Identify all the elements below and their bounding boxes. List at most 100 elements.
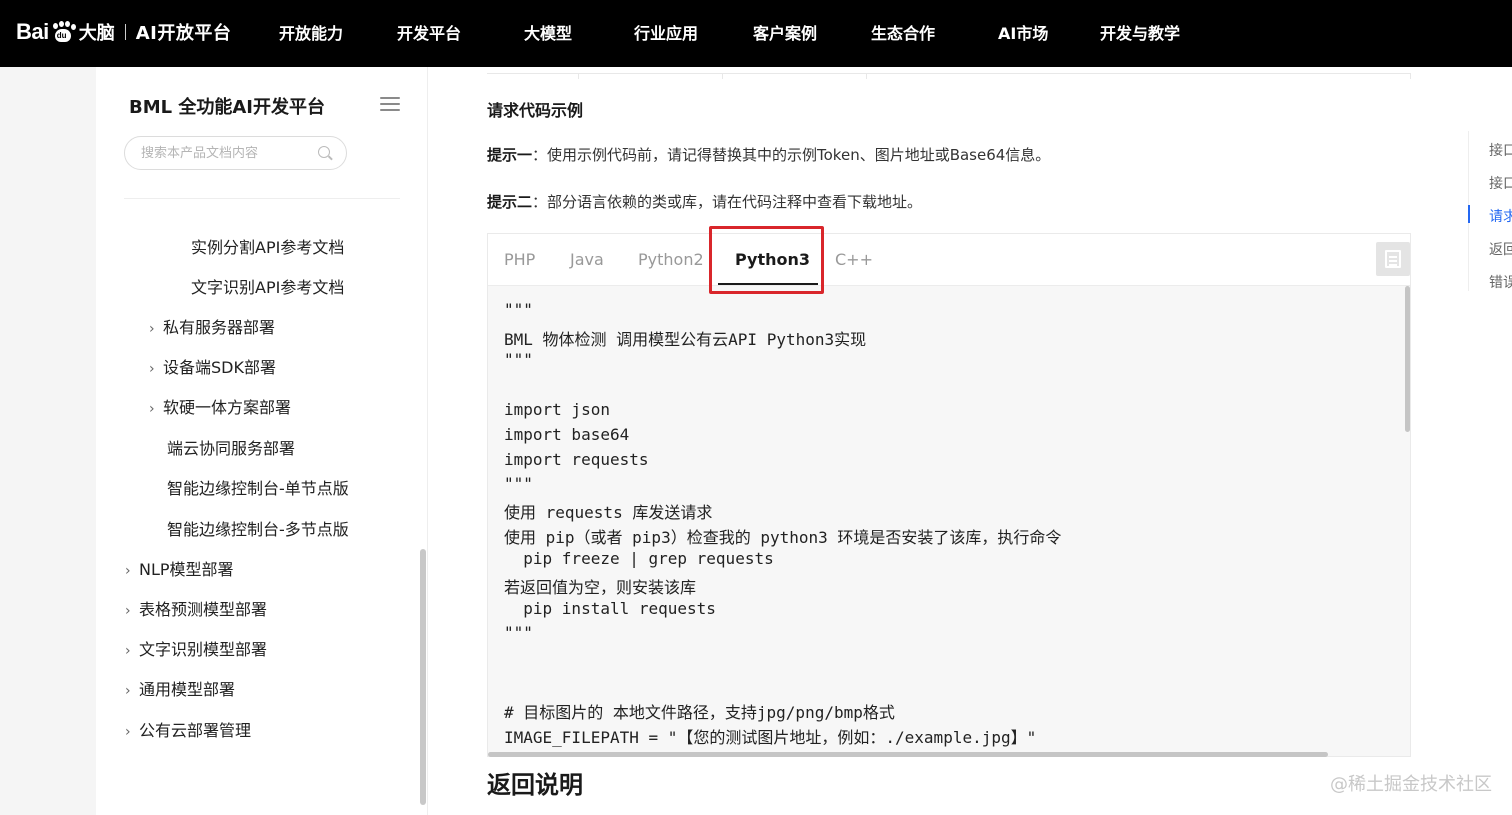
code-line: import base64 [504,425,630,444]
code-line: """ [504,474,533,493]
sidebar-item-label: 智能边缘控制台-单节点版 [167,479,349,498]
sidebar-item-table-predict[interactable]: › 表格预测模型部署 [125,596,267,620]
code-line: import requests [504,450,649,469]
chevron-right-icon: › [125,643,131,659]
toc-item-active[interactable]: 请求 [1489,206,1512,226]
nav-item-industry-apps[interactable]: 行业应用 [634,20,698,44]
sidebar-item-label: 智能边缘控制台-多节点版 [167,520,349,539]
table-bottom-border [487,73,1411,79]
code-line: """ [504,623,533,642]
code-line: import json [504,400,610,419]
code-example-panel: PHP Java Python2 Python3 C++ """ BML 物体检… [487,226,1411,757]
sidebar-item-private-server[interactable]: › 私有服务器部署 [149,314,275,338]
chevron-right-icon: › [125,683,131,699]
toc-item[interactable]: 错误 [1489,272,1512,292]
language-tabs: PHP Java Python2 Python3 C++ [488,234,1410,286]
tab-python2[interactable]: Python2 [638,250,704,269]
sidebar-item-hardware-solution[interactable]: › 软硬一体方案部署 [149,394,291,418]
chevron-right-icon: › [149,361,155,377]
code-line: """ [504,300,533,319]
tab-java[interactable]: Java [570,250,604,269]
logo-name-text: 大脑 [78,23,115,44]
logo-paw-text: du [56,31,67,40]
sidebar-item-ocr-deploy[interactable]: › 文字识别模型部署 [125,636,267,660]
left-gutter [0,67,96,815]
logo-bai-text: Bai [16,19,49,44]
doc-content: 请求代码示例 提示一：使用示例代码前，请记得替换其中的示例Token、图片地址或… [428,67,1468,815]
baidu-paw-icon: du [50,21,76,43]
nav-item-ecosystem[interactable]: 生态合作 [871,20,935,44]
sidebar-item-public-cloud-mgmt[interactable]: › 公有云部署管理 [125,717,251,741]
toc-item[interactable]: 接口 [1489,173,1512,193]
chevron-right-icon: › [125,724,131,740]
code-vertical-scrollbar[interactable] [1405,286,1410,432]
toc-item[interactable]: 返回 [1489,239,1512,259]
chevron-right-icon: › [149,401,155,417]
toc-active-indicator [1468,205,1470,223]
sidebar-item-label: 设备端SDK部署 [163,358,276,377]
logo-platform-text: AI开放平台 [135,23,232,44]
sidebar-item-edge-console-single[interactable]: 智能边缘控制台-单节点版 [167,475,349,499]
code-line: pip install requests [504,599,716,618]
sidebar-item-label: 文字识别模型部署 [139,640,268,659]
chevron-right-icon: › [125,603,131,619]
code-line: BML 物体检测 调用模型公有云API Python3实现 [504,330,867,349]
code-line: 若返回值为空，则安装该库 [504,578,697,597]
sidebar-item-label: 实例分割API参考文档 [191,238,345,257]
sidebar-divider [124,198,400,199]
sidebar-item-label: 公有云部署管理 [139,721,252,740]
sidebar-item-label: 文字识别API参考文档 [191,278,345,297]
tip-two-text: ：部分语言依赖的类或库，请在代码注释中查看下载地址。 [532,193,923,211]
sidebar-item-edge-cloud[interactable]: 端云协同服务部署 [167,435,295,459]
nav-item-customer-cases[interactable]: 客户案例 [753,20,817,44]
annotation-highlight-box [709,226,824,294]
tab-php[interactable]: PHP [504,250,535,269]
tip-one-label: 提示一 [487,146,533,164]
code-block: """ BML 物体检测 调用模型公有云API Python3实现 """ im… [488,286,1404,754]
sidebar-item-label: 私有服务器部署 [163,318,276,337]
code-line: IMAGE_FILEPATH = "【您的测试图片地址，例如：./example… [504,728,1037,747]
code-horizontal-scrollbar[interactable] [488,752,1328,757]
chevron-right-icon: › [149,321,155,337]
tip-two-label: 提示二 [487,193,533,211]
sidebar-item-ocr-api[interactable]: 文字识别API参考文档 [191,274,344,298]
top-nav-bar: Bai du 大脑 AI开放平台 开放能力 开发平台 大模型 行业应用 客户案例… [0,0,1512,67]
chevron-right-icon: › [125,563,131,579]
watermark: @稀土掘金技术社区 [1330,774,1492,795]
nav-item-open-capabilities[interactable]: 开放能力 [279,20,343,44]
sidebar-title: BML 全功能AI开发平台 [129,97,325,118]
section-title-request-example: 请求代码示例 [487,101,584,120]
sidebar-item-edge-console-multi[interactable]: 智能边缘控制台-多节点版 [167,516,349,540]
nav-item-dev-education[interactable]: 开发与教学 [1100,20,1180,44]
sidebar-item-general-model[interactable]: › 通用模型部署 [125,676,235,700]
sidebar-search [124,136,347,170]
sidebar-item-label: 通用模型部署 [139,680,236,699]
code-line: 使用 pip（或者 pip3）检查我的 python3 环境是否安装了该库，执行… [504,528,1062,547]
sidebar-scrollbar[interactable] [420,549,426,805]
doc-sidebar: BML 全功能AI开发平台 实例分割API参考文档 文字识别API参考文档 › 私… [96,67,428,815]
search-input[interactable] [141,143,311,163]
code-line: """ [504,350,533,369]
nav-item-dev-platform[interactable]: 开发平台 [397,20,461,44]
sidebar-item-nlp-deploy[interactable]: › NLP模型部署 [125,556,234,580]
search-icon[interactable] [318,146,330,158]
sidebar-item-label: 表格预测模型部署 [139,600,268,619]
baidu-ai-logo[interactable]: Bai du 大脑 AI开放平台 [16,14,231,50]
toc-item[interactable]: 接口 [1489,140,1512,160]
tab-cpp[interactable]: C++ [835,250,873,269]
page-toc: 接口 接口 请求 返回 错误 [1468,67,1512,815]
copy-icon[interactable] [1376,242,1410,276]
sidebar-item-instance-seg-api[interactable]: 实例分割API参考文档 [191,234,344,258]
menu-icon[interactable] [380,97,400,111]
code-line: pip freeze | grep requests [504,549,774,568]
nav-item-large-models[interactable]: 大模型 [524,20,572,44]
sidebar-item-label: NLP模型部署 [139,560,234,579]
section-title-response: 返回说明 [487,771,583,799]
tip-one: 提示一：使用示例代码前，请记得替换其中的示例Token、图片地址或Base64信… [487,144,1050,165]
tip-one-text: ：使用示例代码前，请记得替换其中的示例Token、图片地址或Base64信息。 [532,146,1051,164]
tip-two: 提示二：部分语言依赖的类或库，请在代码注释中查看下载地址。 [487,191,922,212]
nav-item-ai-market[interactable]: AI市场 [998,20,1048,44]
logo-separator [124,24,126,40]
code-line: 使用 requests 库发送请求 [504,503,713,522]
sidebar-item-device-sdk[interactable]: › 设备端SDK部署 [149,354,276,378]
